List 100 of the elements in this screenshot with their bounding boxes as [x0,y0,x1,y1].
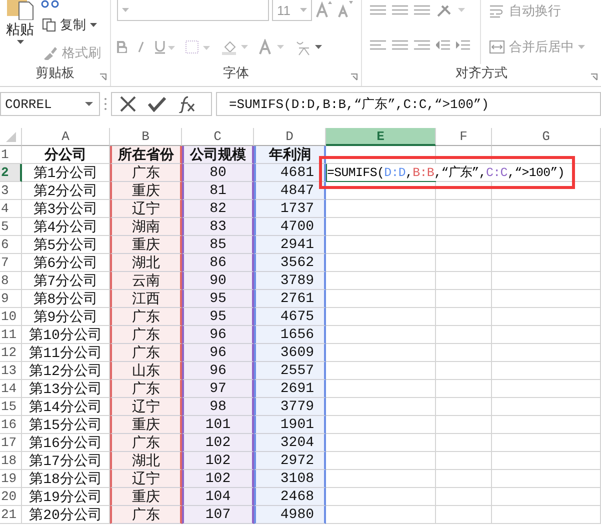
table-cell: 广东 [110,308,182,326]
column-title: 所在省份 [110,146,182,164]
dialog-launcher-icon[interactable] [590,73,598,81]
table-cell: 广东 [110,380,182,398]
column-header[interactable]: B [110,128,182,146]
borders-icon[interactable] [185,40,211,54]
table-cell: 95 [182,308,254,326]
font-color-icon[interactable] [259,39,285,55]
table-cell: 2691 [254,380,326,398]
formula-field[interactable]: =SUMIFS(D:D,B:B,“广东”,C:C,“>100”) [216,92,601,116]
table-cell: 95 [182,290,254,308]
copy-button[interactable]: 复制 [40,14,103,36]
row-header[interactable]: 7 [0,254,22,272]
row-header[interactable]: 18 [0,452,22,470]
table-cell [436,506,492,524]
row-header[interactable]: 15 [0,398,22,416]
row-header[interactable]: 11 [0,326,22,344]
italic-icon[interactable] [137,41,145,53]
align-top-icon[interactable] [370,4,386,16]
table-cell [436,308,492,326]
column-header[interactable]: D [254,128,326,146]
table-cell [436,326,492,344]
table-cell: 湖北 [110,254,182,272]
dialog-launcher-icon[interactable] [99,73,107,81]
table-cell: 96 [182,326,254,344]
table-cell: 96 [182,344,254,362]
table-cell: 2972 [254,452,326,470]
row-header[interactable]: 17 [0,434,22,452]
table-cell: 1656 [254,326,326,344]
row-header[interactable]: 21 [0,506,22,524]
row-header[interactable]: 20 [0,488,22,506]
caret-icon [85,102,93,106]
row-header[interactable]: 2 [0,164,22,182]
shrink-font-icon[interactable] [336,0,354,18]
row-header[interactable]: 19 [0,470,22,488]
select-all-icon[interactable] [6,132,16,142]
scissors-icon[interactable] [40,0,60,8]
row-header[interactable]: 3 [0,182,22,200]
column-title: 年利润 [254,146,326,164]
table-cell: 2557 [254,362,326,380]
column-header[interactable]: C [182,128,254,146]
underline-icon[interactable] [155,40,175,54]
brush-icon [42,46,58,60]
table-cell: 97 [182,380,254,398]
decrease-indent-icon[interactable] [436,38,450,52]
table-cell: 4681 [254,164,326,182]
group-label: 对齐方式 [456,64,508,82]
row-header[interactable]: 6 [0,236,22,254]
table-cell: 湖南 [110,218,182,236]
font-name-field[interactable] [117,0,269,21]
table-cell: 重庆 [110,416,182,434]
row-header[interactable]: 4 [0,200,22,218]
table-cell: 102 [182,470,254,488]
column-title: 公司规模 [182,146,254,164]
fill-color-icon[interactable] [221,39,249,55]
column-header[interactable]: A [22,128,110,146]
align-left-icon[interactable] [370,38,386,52]
table-cell [436,200,492,218]
caret-icon[interactable] [16,40,24,44]
table-cell: 3204 [254,434,326,452]
function-icon[interactable] [178,95,196,113]
row-header[interactable]: 14 [0,380,22,398]
table-cell: 1901 [254,416,326,434]
bold-icon[interactable] [117,41,127,53]
row-header[interactable]: 5 [0,218,22,236]
caret-icon [578,45,585,49]
align-middle-icon[interactable] [392,4,408,16]
table-cell: 4847 [254,182,326,200]
align-right-icon[interactable] [414,38,430,52]
table-cell: 101 [182,416,254,434]
increase-indent-icon[interactable] [456,38,470,52]
row-header[interactable]: 9 [0,290,22,308]
grow-font-icon[interactable] [315,0,333,18]
cancel-icon[interactable] [120,96,136,112]
row-header[interactable]: 12 [0,344,22,362]
row-header[interactable]: 10 [0,308,22,326]
column-header[interactable]: F [436,128,492,146]
row-header[interactable]: 8 [0,272,22,290]
row-header[interactable]: 13 [0,362,22,380]
row-header[interactable]: 16 [0,416,22,434]
column-header[interactable]: G [492,128,601,146]
caret-icon [300,8,307,12]
column-header[interactable]: E [326,128,436,146]
paste-icon[interactable] [5,0,35,20]
copy-icon [42,18,56,32]
paste-button[interactable]: 粘贴 [4,20,36,40]
table-cell: 86 [182,254,254,272]
dialog-launcher-icon[interactable] [350,73,358,81]
row-header[interactable]: 1 [0,146,22,164]
table-cell: 85 [182,236,254,254]
merge-cells-icon [489,40,505,54]
table-cell: 98 [182,398,254,416]
align-bottom-icon[interactable] [414,4,430,16]
table-cell: 2941 [254,236,326,254]
table-cell: 辽宁 [110,200,182,218]
check-icon[interactable] [148,96,166,112]
align-center-icon[interactable] [392,38,408,52]
name-box[interactable]: CORREL [0,92,100,116]
table-cell: 辽宁 [110,398,182,416]
table-cell: 广东 [110,434,182,452]
